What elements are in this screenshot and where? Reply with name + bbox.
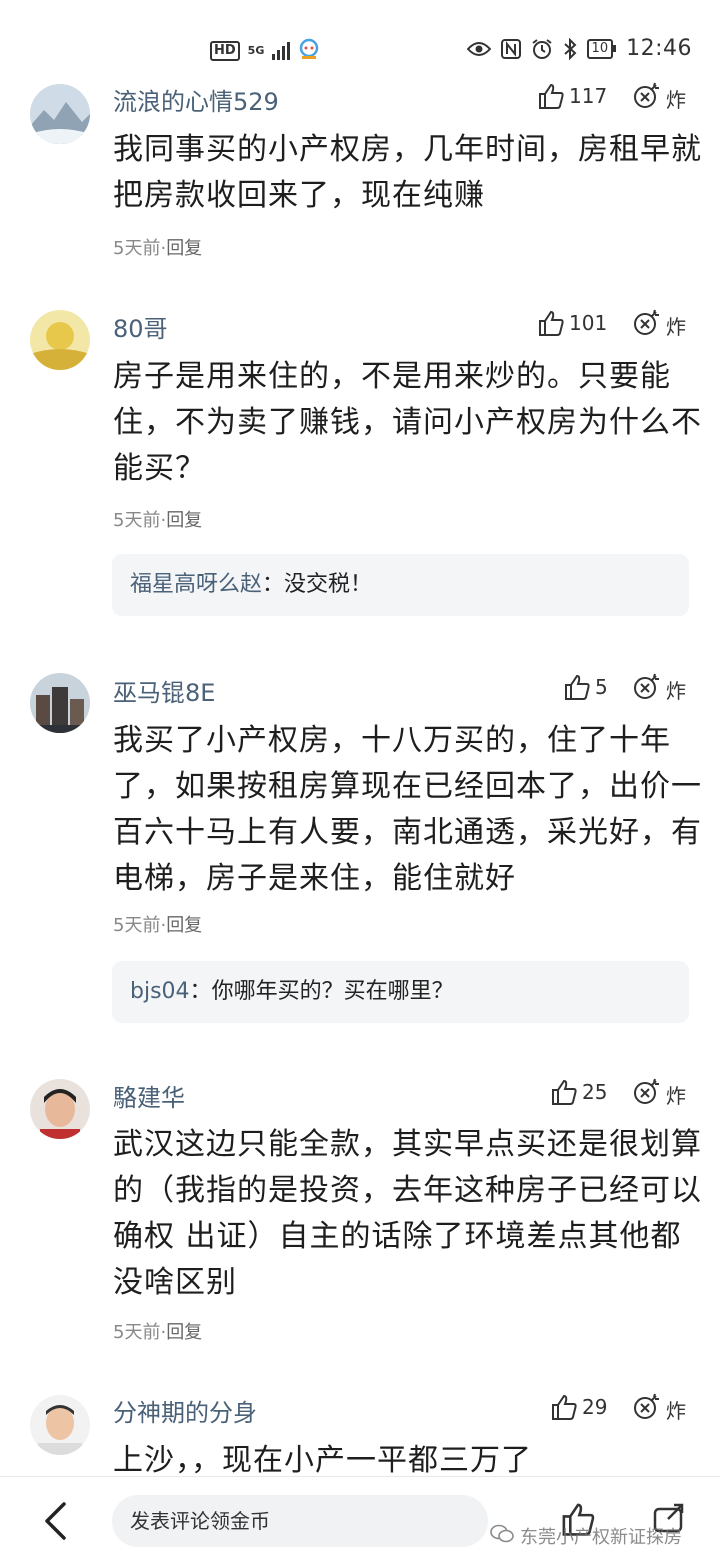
bottom-bar: 发表评论领金币 东莞小产权新证探房 bbox=[0, 1476, 720, 1561]
alarm-icon bbox=[531, 38, 553, 60]
reply-link[interactable]: 回复 bbox=[166, 1322, 202, 1343]
fire-button[interactable]: 炸 bbox=[632, 309, 686, 342]
signal-icon bbox=[272, 42, 291, 60]
comment-text: 我同事买的小产权房，几年时间，房租早就把房款收回来了，现在纯赚 bbox=[113, 132, 702, 213]
reply-link[interactable]: 回复 bbox=[166, 510, 202, 531]
sub-reply-user[interactable]: bjs04 bbox=[130, 979, 190, 1004]
comment-meta: 5天前·回复 bbox=[113, 1318, 202, 1344]
sub-reply-colon: ： bbox=[262, 572, 285, 597]
sub-reply-user[interactable]: 福星高呀么赵 bbox=[130, 572, 262, 597]
chevron-left-icon[interactable] bbox=[42, 1501, 68, 1545]
comment-meta: 5天前·回复 bbox=[113, 911, 202, 937]
app-notification-icon bbox=[298, 38, 320, 64]
like-button[interactable]: 101 bbox=[537, 309, 607, 337]
comment-meta: 5天前·回复 bbox=[113, 234, 202, 260]
bluetooth-icon bbox=[563, 37, 577, 60]
status-bar: HD 5G 10 12:46 bbox=[0, 0, 720, 88]
battery-level: 10 bbox=[586, 38, 614, 59]
username[interactable]: 駱建华 bbox=[113, 1078, 185, 1113]
status-right: 10 12:46 bbox=[466, 36, 692, 61]
fire-label: 炸 bbox=[666, 1084, 686, 1108]
battery-icon: 10 bbox=[586, 38, 617, 59]
sub-reply-text: 没交税！ bbox=[284, 572, 373, 597]
username[interactable]: 分神期的分身 bbox=[113, 1393, 257, 1428]
reply-link[interactable]: 回复 bbox=[166, 915, 202, 936]
avatar[interactable] bbox=[30, 673, 90, 733]
comment-text: 我买了小产权房，十八万买的，住了十年了，如果按租房算现在已经回本了，出价一百六十… bbox=[113, 723, 702, 896]
avatar[interactable] bbox=[30, 84, 90, 144]
fire-label: 炸 bbox=[666, 679, 686, 703]
comment-text: 武汉这边只能全款，其实早点买还是很划算的（我指的是投资，去年这种房子已经可以确权… bbox=[113, 1127, 702, 1300]
username[interactable]: 80哥 bbox=[113, 309, 168, 344]
network-type: 5G bbox=[247, 44, 265, 57]
clock: 12:46 bbox=[626, 36, 692, 61]
hd-badge: HD bbox=[210, 41, 240, 61]
nfc-icon bbox=[500, 38, 521, 59]
bomb-icon bbox=[632, 1393, 662, 1426]
sub-reply-colon: ： bbox=[189, 979, 212, 1004]
like-count: 101 bbox=[569, 311, 608, 335]
thumbs-up-icon bbox=[563, 673, 591, 701]
comment-time: 5天前 bbox=[113, 915, 161, 936]
like-button[interactable]: 25 bbox=[550, 1078, 607, 1106]
comment-time: 5天前 bbox=[113, 238, 161, 259]
wechat-icon bbox=[490, 1524, 514, 1549]
bomb-icon bbox=[632, 1078, 662, 1111]
fire-label: 炸 bbox=[666, 88, 686, 112]
username[interactable]: 巫马锟8E bbox=[113, 673, 215, 708]
username[interactable]: 流浪的心情529 bbox=[113, 82, 279, 117]
comment-time: 5天前 bbox=[113, 1322, 161, 1343]
thumbs-up-icon bbox=[537, 82, 565, 110]
sub-reply[interactable]: bjs04：你哪年买的？买在哪里？ bbox=[112, 961, 689, 1023]
watermark: 东莞小产权新证探房 bbox=[490, 1523, 682, 1549]
bomb-icon bbox=[632, 309, 662, 342]
like-button[interactable]: 117 bbox=[537, 82, 607, 110]
reply-link[interactable]: 回复 bbox=[166, 238, 202, 259]
comment-meta: 5天前·回复 bbox=[113, 506, 202, 532]
like-count: 25 bbox=[582, 1080, 608, 1104]
eye-icon bbox=[466, 41, 491, 57]
watermark-text: 东莞小产权新证探房 bbox=[520, 1527, 682, 1548]
avatar[interactable] bbox=[30, 1079, 90, 1139]
comment-text: 房子是用来住的，不是用来炒的。只要能住，不为卖了赚钱，请问小产权房为什么不能买？ bbox=[113, 359, 702, 486]
status-left: HD 5G bbox=[210, 38, 320, 64]
thumbs-up-icon bbox=[550, 1078, 578, 1106]
fire-label: 炸 bbox=[666, 1399, 686, 1423]
like-button[interactable]: 29 bbox=[550, 1393, 607, 1421]
like-count: 5 bbox=[595, 675, 608, 699]
thumbs-up-icon bbox=[537, 309, 565, 337]
sub-reply-text: 你哪年买的？买在哪里？ bbox=[211, 979, 454, 1004]
fire-button[interactable]: 炸 bbox=[632, 1393, 686, 1426]
bomb-icon bbox=[632, 673, 662, 706]
avatar[interactable] bbox=[30, 310, 90, 370]
like-count: 29 bbox=[582, 1395, 608, 1419]
like-count: 117 bbox=[569, 84, 608, 108]
like-button[interactable]: 5 bbox=[563, 673, 608, 701]
comment-time: 5天前 bbox=[113, 510, 161, 531]
fire-button[interactable]: 炸 bbox=[632, 82, 686, 115]
avatar[interactable] bbox=[30, 1395, 90, 1455]
fire-button[interactable]: 炸 bbox=[632, 1078, 686, 1111]
sub-reply[interactable]: 福星高呀么赵：没交税！ bbox=[112, 554, 689, 616]
thumbs-up-icon bbox=[550, 1393, 578, 1421]
bomb-icon bbox=[632, 82, 662, 115]
fire-label: 炸 bbox=[666, 315, 686, 339]
comment-input[interactable]: 发表评论领金币 bbox=[112, 1495, 488, 1547]
fire-button[interactable]: 炸 bbox=[632, 673, 686, 706]
